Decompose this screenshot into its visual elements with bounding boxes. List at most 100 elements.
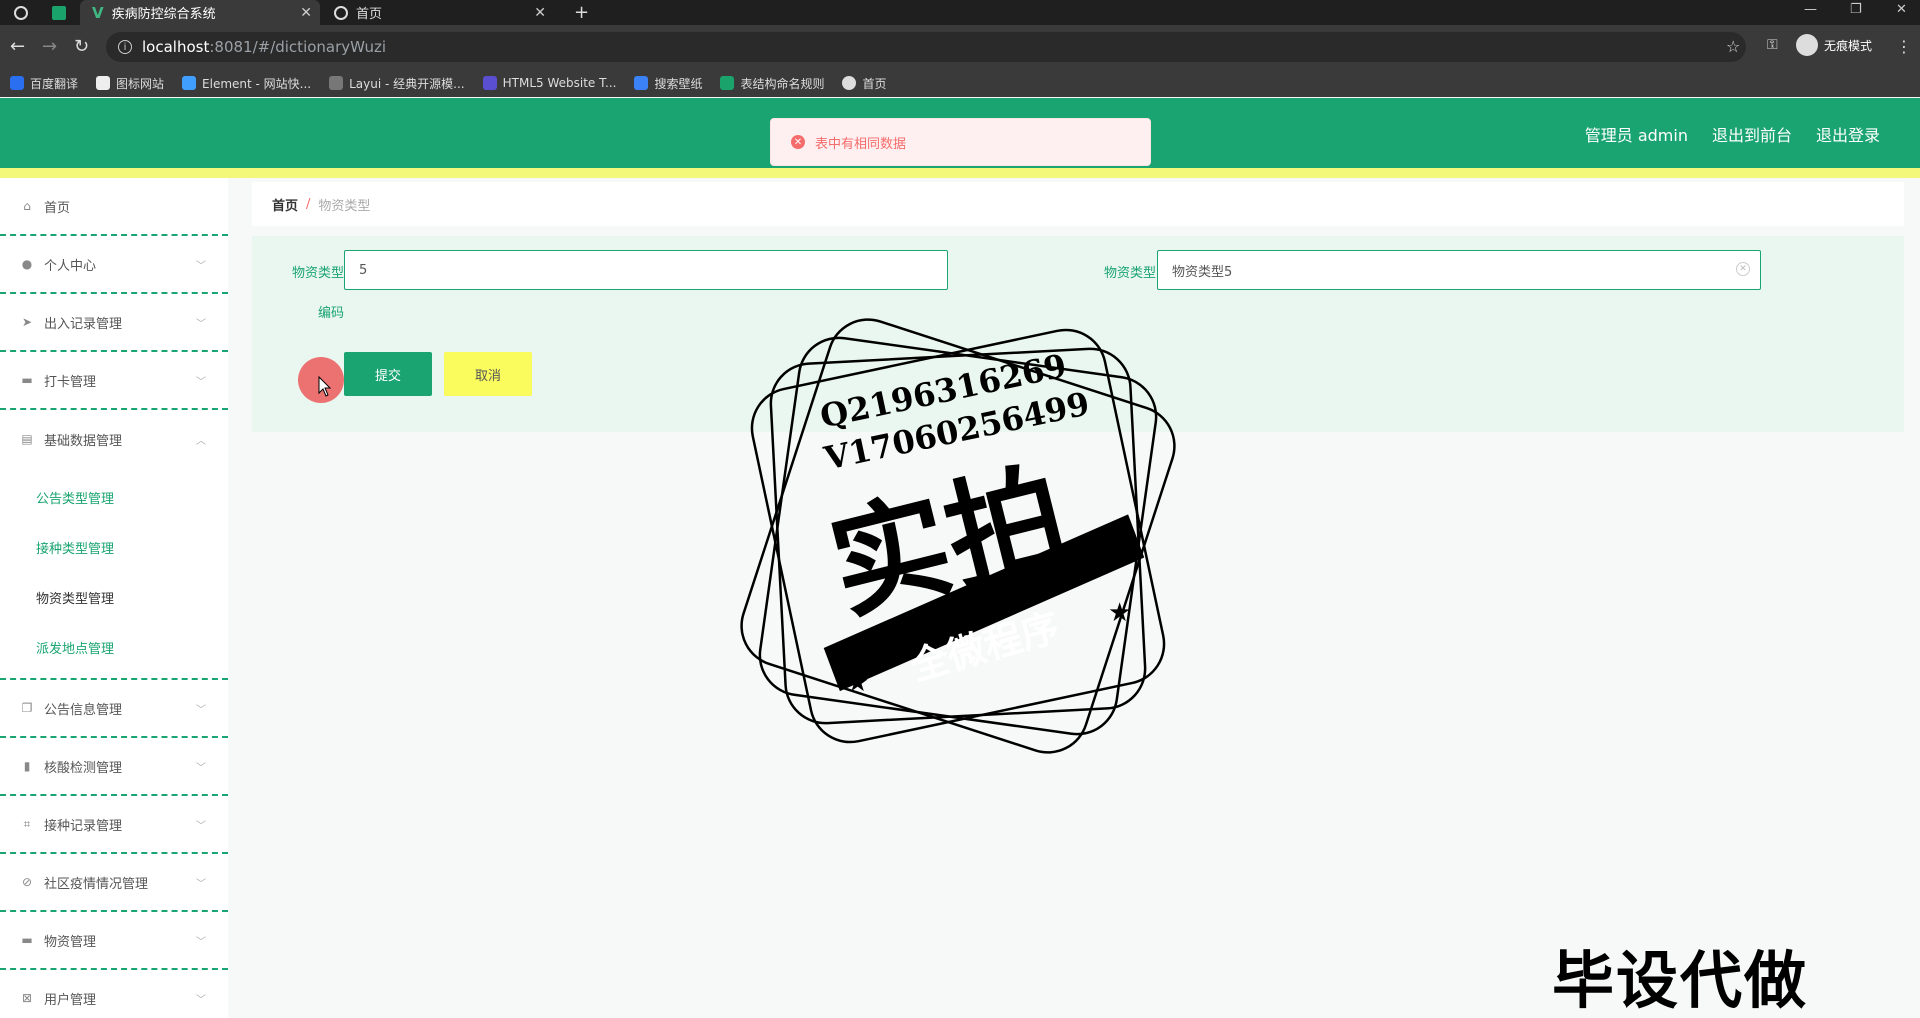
clear-icon[interactable]: ✕ — [1736, 262, 1750, 276]
url-path: :8081/#/dictionaryWuzi — [209, 38, 386, 56]
sidebar-subitem-material-type[interactable]: 物资类型管理 — [0, 572, 228, 622]
bookmark-icon — [842, 76, 857, 90]
close-icon[interactable]: ✕ — [300, 5, 312, 21]
chevron-down-icon: ﹀ — [196, 994, 206, 1006]
toast-message: 表中有相同数据 — [815, 136, 907, 152]
to-front-link[interactable]: 退出到前台 — [1712, 122, 1792, 146]
restore-icon[interactable]: ❐ — [1850, 2, 1862, 17]
profile-label: 无痕模式 — [1824, 38, 1873, 53]
breadcrumb: 首页 / 物资类型 — [252, 182, 1904, 226]
new-tab-icon[interactable]: + — [574, 0, 594, 25]
submit-button[interactable]: 提交 — [344, 352, 432, 396]
error-circle-icon: ✕ — [791, 135, 805, 149]
info-icon[interactable]: i — [118, 40, 132, 54]
sidebar-item-access-records[interactable]: ➤ 出入记录管理 ﹀ — [0, 294, 228, 352]
error-toast: ✕ 表中有相同数据 — [770, 118, 1151, 166]
back-icon[interactable]: ← — [10, 36, 25, 57]
tab-label: 首页 — [356, 7, 383, 22]
sidebar-item-basic-data[interactable]: ▤ 基础数据管理 ︿ — [0, 410, 228, 468]
code-input-value: 5 — [359, 262, 368, 278]
delete-box-icon: ⊠ — [21, 991, 33, 1005]
bookmark[interactable]: 图标网站 — [96, 75, 164, 92]
watermark-bottom-text: 毕设代做 — [1552, 944, 1809, 1017]
bookmark[interactable]: 百度翻译 — [10, 75, 78, 92]
bookmark[interactable]: Element - 网站快... — [182, 75, 311, 92]
bookmark[interactable]: 首页 — [842, 75, 887, 92]
browser-tab-strip: V 疾病防控综合系统 ✕ 首页 ✕ + — ❐ ✕ — [0, 0, 1920, 25]
star-icon[interactable]: ☆ — [1726, 37, 1740, 56]
sidebar-item-community-epidemic[interactable]: ⊘ 社区疫情情况管理 ﹀ — [0, 854, 228, 912]
chevron-up-icon: ︿ — [196, 435, 206, 447]
sidebar-subitem-dispatch-location[interactable]: 派发地点管理 — [0, 622, 228, 672]
breadcrumb-home[interactable]: 首页 — [272, 195, 298, 214]
svg-text:★: ★ — [846, 668, 869, 698]
key-icon[interactable]: ⚿ — [1767, 37, 1778, 53]
user-label: 管理员 admin — [1584, 126, 1688, 145]
sidebar-item-profile[interactable]: ● 个人中心 ﹀ — [0, 236, 228, 294]
vue-logo-icon: V — [92, 3, 104, 22]
watermark-stamp: ★ ★ Q2196316269 V17060256499 实拍 全微程序 — [718, 296, 1198, 776]
code-field-label: 物资类型 — [291, 266, 344, 281]
name-input-value: 物资类型5 — [1172, 264, 1233, 280]
bookmark[interactable]: 表结构命名规则 — [720, 75, 824, 92]
sidebar-item-checkin[interactable]: ▬ 打卡管理 ﹀ — [0, 352, 228, 410]
tab-pinned-icon[interactable] — [52, 0, 72, 25]
sidebar: ⌂ 首页 ● 个人中心 ﹀ ➤ 出入记录管理 ﹀ ▬ 打卡管理 ﹀ ▤ 基础数据管理 ︿ 公告类型… — [0, 178, 228, 1018]
bookmark[interactable]: HTML5 Website T... — [482, 76, 616, 90]
sidebar-item-notice-info[interactable]: ❐ 公告信息管理 ﹀ — [0, 680, 228, 738]
window-close-icon[interactable]: ✕ — [1896, 2, 1907, 17]
incognito-icon — [1796, 34, 1818, 56]
bookmark[interactable]: Layui - 经典开源模... — [329, 75, 465, 92]
bookmark-icon — [720, 76, 735, 90]
bookmark-icon — [634, 76, 649, 90]
chevron-down-icon: ﹀ — [196, 318, 206, 330]
tab-home[interactable]: 首页 ✕ — [324, 0, 554, 25]
minimize-icon[interactable]: — — [1804, 2, 1817, 17]
copy-icon: ❐ — [21, 701, 33, 715]
svg-text:★: ★ — [1108, 598, 1131, 628]
bookmark-icon — [182, 76, 197, 90]
chevron-down-icon: ﹀ — [196, 762, 206, 774]
sidebar-subitem-vaccine-type[interactable]: 接种类型管理 — [0, 522, 228, 572]
briefcase-icon: ▬ — [21, 373, 33, 387]
sidebar-item-materials[interactable]: ▬ 物资管理 ﹀ — [0, 912, 228, 970]
code-input[interactable]: 5 — [344, 250, 948, 290]
incognito-profile[interactable]: 无痕模式 — [1796, 34, 1872, 56]
no-bell-icon: ⊘ — [21, 875, 33, 889]
bookmark-icon — [329, 76, 344, 90]
tab-label: 疾病防控综合系统 — [111, 7, 216, 22]
clipboard-icon: ▤ — [21, 432, 33, 446]
bookmark-icon — [96, 76, 111, 90]
box-icon: ▬ — [21, 933, 33, 947]
bookmarks-bar: 百度翻译 图标网站 Element - 网站快... Layui - 经典开源模… — [0, 69, 1920, 97]
logout-link[interactable]: 退出登录 — [1816, 122, 1880, 146]
send-icon: ➤ — [21, 315, 33, 329]
sidebar-item-home[interactable]: ⌂ 首页 — [0, 178, 228, 236]
sidebar-subitem-notice-type[interactable]: 公告类型管理 — [0, 472, 228, 522]
sidebar-item-vaccination[interactable]: ⌗ 接种记录管理 ﹀ — [0, 796, 228, 854]
bookmark[interactable]: 搜索壁纸 — [634, 75, 702, 92]
close-icon[interactable]: ✕ — [534, 5, 546, 21]
chevron-down-icon: ﹀ — [196, 376, 206, 388]
sidebar-item-nucleic-test[interactable]: ▮ 核酸检测管理 ﹀ — [0, 738, 228, 796]
reload-icon[interactable]: ↻ — [74, 36, 89, 57]
mouse-cursor-icon — [318, 376, 332, 397]
sidebar-item-users[interactable]: ⊠ 用户管理 ﹀ — [0, 970, 228, 1018]
address-bar: ← → ↻ i localhost:8081/#/dictionaryWuzi … — [0, 25, 1920, 69]
url-input[interactable]: i localhost:8081/#/dictionaryWuzi — [106, 32, 1746, 62]
bookmark-icon — [10, 76, 24, 90]
crop-icon: ⌗ — [23, 816, 31, 831]
code-field-label-2: 编码 — [317, 306, 344, 321]
chevron-down-icon: ﹀ — [196, 820, 206, 832]
more-icon[interactable]: ⋮ — [1896, 37, 1912, 56]
chevron-down-icon: ﹀ — [196, 878, 206, 890]
tab-active[interactable]: V 疾病防控综合系统 ✕ — [80, 0, 320, 25]
chevron-down-icon: ﹀ — [196, 260, 206, 272]
cancel-button[interactable]: 取消 — [444, 352, 532, 396]
user-icon: ● — [21, 257, 33, 271]
basic-data-submenu: 公告类型管理 接种类型管理 物资类型管理 派发地点管理 — [0, 468, 228, 680]
forward-icon[interactable]: → — [42, 36, 57, 57]
browser-menu-icon[interactable] — [14, 0, 34, 25]
name-input[interactable]: 物资类型5 ✕ — [1157, 250, 1761, 290]
header-accent-line — [0, 168, 1920, 178]
